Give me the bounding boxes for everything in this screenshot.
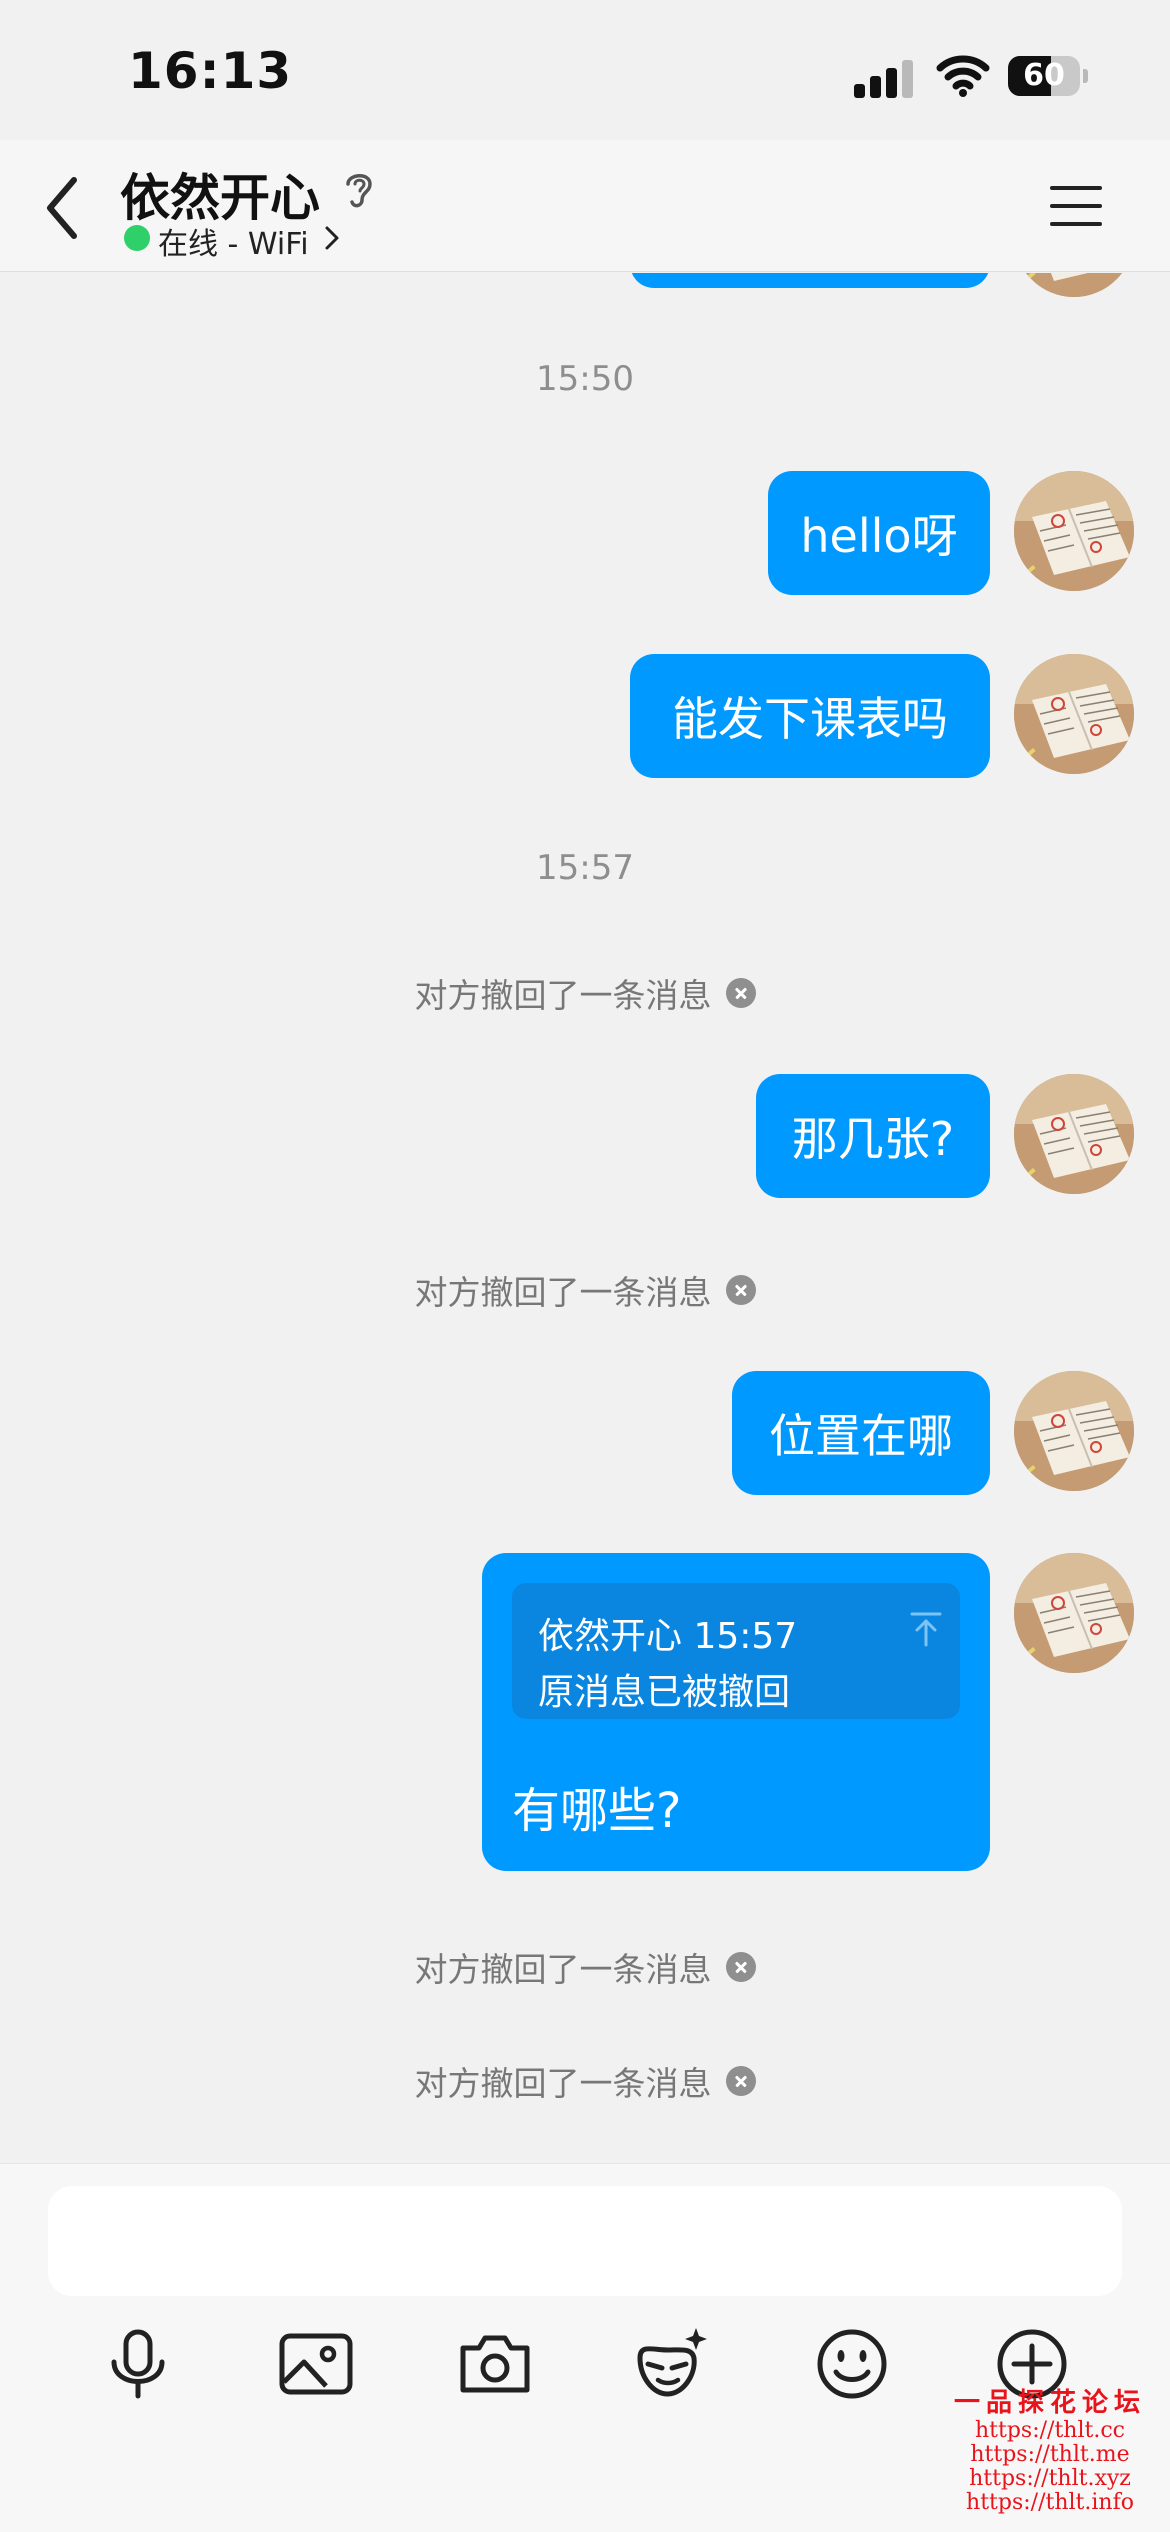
timestamp: 15:57 (536, 848, 634, 888)
status-bar: 16:13 60 (0, 0, 1170, 140)
recall-notice: 对方撤回了一条消息 (0, 2059, 1170, 2103)
wifi-icon (936, 55, 990, 97)
avatar[interactable] (1014, 654, 1134, 774)
message-input[interactable] (48, 2186, 1122, 2296)
close-icon[interactable] (725, 1952, 756, 1982)
recall-text: 对方撤回了一条消息 (414, 976, 712, 1015)
battery-icon: 60 (1008, 56, 1088, 96)
avatar[interactable] (1014, 1371, 1134, 1491)
timestamp: 15:50 (536, 359, 634, 399)
avatar[interactable] (1014, 471, 1134, 591)
watermark-url: https://thlt.cc (975, 2418, 1125, 2443)
chevron-right-icon[interactable] (322, 224, 342, 252)
quoted-reply-bubble[interactable]: 依然开心 15:57 原消息已被撤回 有哪些? (482, 1553, 990, 1871)
recall-text: 对方撤回了一条消息 (414, 2064, 712, 2103)
watermark-url: https://thlt.info (966, 2490, 1134, 2515)
watermark-url: https://thlt.me (970, 2442, 1130, 2467)
quote-body: 原消息已被撤回 (538, 1672, 791, 1713)
online-indicator (124, 225, 150, 251)
message-list[interactable]: 15:50 hello呀 能发下课表吗 15:57 对方撤回了一条消息 那几张?… (0, 273, 1170, 2163)
recall-notice: 对方撤回了一条消息 (0, 1268, 1170, 1312)
quote-header: 依然开心 15:57 (538, 1616, 798, 1657)
avatar[interactable] (1014, 1553, 1134, 1673)
close-icon[interactable] (725, 978, 756, 1008)
emoji-icon[interactable] (812, 2324, 892, 2404)
close-icon[interactable] (725, 1275, 756, 1305)
message-bubble[interactable]: 能发下课表吗 (630, 654, 990, 778)
reply-text: 有哪些? (512, 1783, 682, 1839)
back-button[interactable] (30, 168, 100, 248)
quoted-message[interactable]: 依然开心 15:57 原消息已被撤回 (512, 1583, 960, 1719)
image-icon[interactable] (276, 2324, 356, 2404)
camera-icon[interactable] (455, 2324, 535, 2404)
recall-notice: 对方撤回了一条消息 (0, 1945, 1170, 1989)
jump-to-top-icon[interactable] (910, 1611, 942, 1647)
cellular-signal-icon (854, 58, 916, 98)
battery-percent: 60 (1023, 58, 1065, 93)
avatar[interactable] (1014, 1074, 1134, 1194)
status-time: 16:13 (128, 42, 293, 100)
close-icon[interactable] (725, 2066, 756, 2096)
magic-face-icon[interactable] (632, 2324, 712, 2404)
recall-notice: 对方撤回了一条消息 (0, 971, 1170, 1015)
watermark: 一品探花论坛 https://thlt.cc https://thlt.me h… (930, 2382, 1170, 2515)
microphone-icon[interactable] (98, 2324, 178, 2404)
chat-screen: 16:13 60 依然开心 在线 - WiFi 15:50 hello呀 能发下… (0, 0, 1170, 2532)
message-bubble[interactable]: 那几张? (756, 1074, 990, 1198)
recall-text: 对方撤回了一条消息 (414, 1950, 712, 1989)
message-bubble[interactable]: 位置在哪 (732, 1371, 990, 1495)
watermark-title: 一品探花论坛 (953, 2388, 1146, 2418)
message-bubble[interactable]: hello呀 (768, 471, 990, 595)
online-status[interactable]: 在线 - WiFi (158, 219, 309, 263)
avatar[interactable] (1014, 273, 1134, 297)
ear-icon[interactable] (340, 168, 378, 212)
recall-text: 对方撤回了一条消息 (414, 1273, 712, 1312)
watermark-url: https://thlt.xyz (969, 2466, 1131, 2491)
chat-header: 依然开心 在线 - WiFi (0, 140, 1170, 272)
message-bubble-partial[interactable] (630, 273, 990, 288)
menu-button[interactable] (1046, 182, 1106, 232)
